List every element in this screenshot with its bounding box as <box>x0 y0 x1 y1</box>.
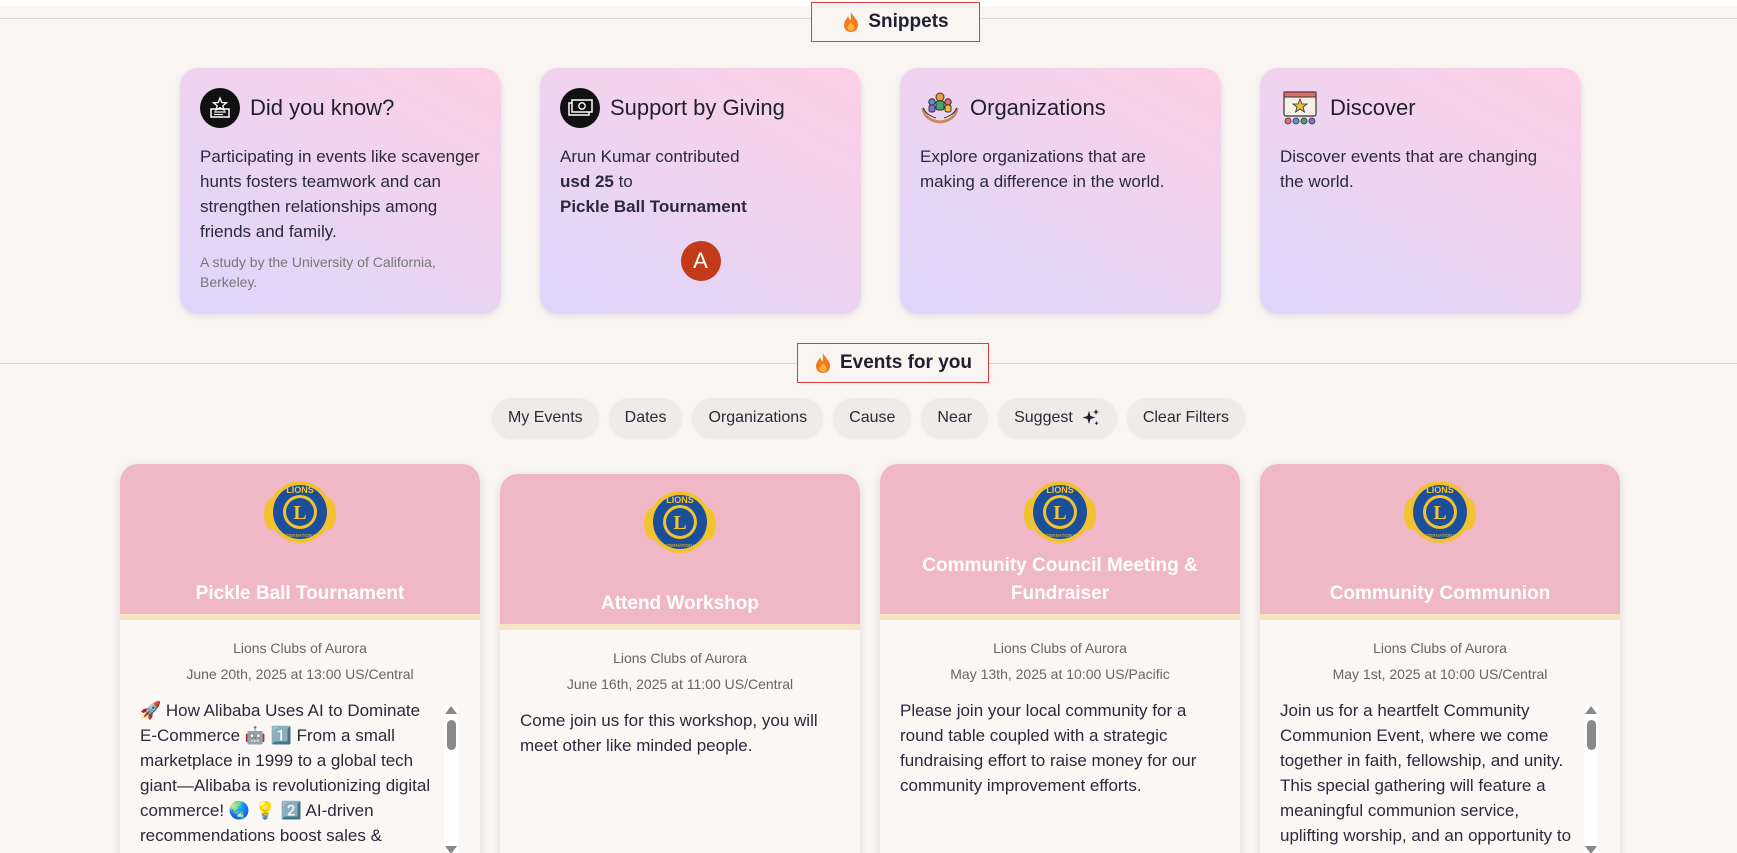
events-heading: Events for you <box>797 343 989 383</box>
event-card-header: L LIONS INTERNATIONAL Pickle Ball Tourna… <box>120 464 480 620</box>
scroll-up-arrow-icon[interactable] <box>1585 706 1597 714</box>
event-description-text: 🚀 How Alibaba Uses AI to Dominate E-Comm… <box>140 701 431 845</box>
svg-text:INTERNATIONAL: INTERNATIONAL <box>662 543 698 548</box>
svg-text:LIONS: LIONS <box>1426 485 1454 495</box>
snippets-heading: Snippets <box>811 2 980 42</box>
flame-icon <box>844 12 859 32</box>
filter-suggest[interactable]: Suggest <box>998 398 1117 438</box>
svg-text:INTERNATIONAL: INTERNATIONAL <box>282 533 318 538</box>
event-description: Please join your local community for a r… <box>900 701 1197 795</box>
description-scrollbar[interactable] <box>1584 706 1598 853</box>
filter-organizations[interactable]: Organizations <box>692 398 824 438</box>
event-card-header: L LIONS INTERNATIONAL Community Communio… <box>1260 464 1620 620</box>
event-title[interactable]: Community Communion <box>1280 580 1600 608</box>
event-date: May 13th, 2025 at 10:00 US/Pacific <box>950 666 1170 682</box>
scroll-up-arrow-icon[interactable] <box>445 706 457 714</box>
event-date: June 20th, 2025 at 13:00 US/Central <box>186 666 414 682</box>
avatar[interactable]: A <box>680 241 721 281</box>
filter-near[interactable]: Near <box>921 398 989 438</box>
flame-icon <box>816 353 830 373</box>
svg-text:L: L <box>1433 502 1446 524</box>
snippet-body: Participating in events like scavenger h… <box>200 147 480 241</box>
event-organization: Lions Clubs of Aurora <box>993 640 1127 656</box>
svg-text:LIONS: LIONS <box>1046 485 1074 495</box>
contribution-amount: usd 25 <box>560 172 614 191</box>
svg-text:L: L <box>673 512 686 534</box>
scroll-thumb[interactable] <box>1586 720 1596 750</box>
snippet-card-organizations[interactable]: Organizations Explore organizations that… <box>900 68 1221 314</box>
snippet-title: Discover <box>1330 95 1416 120</box>
lions-logo: L LIONS INTERNATIONAL <box>264 481 336 543</box>
svg-text:LIONS: LIONS <box>286 485 314 495</box>
svg-text:L: L <box>1053 502 1066 524</box>
money-bill-icon <box>560 88 600 128</box>
event-title[interactable]: Attend Workshop <box>520 590 840 618</box>
lions-logo: L LIONS INTERNATIONAL <box>1404 481 1476 543</box>
svg-text:LIONS: LIONS <box>666 495 694 505</box>
events-title: Events for you <box>840 352 972 373</box>
event-card-header: L LIONS INTERNATIONAL Attend Workshop <box>500 474 860 630</box>
lions-logo: L LIONS INTERNATIONAL <box>644 491 716 553</box>
contributor-line: Arun Kumar contributed <box>560 147 740 166</box>
event-card-header: L LIONS INTERNATIONAL Community Council … <box>880 464 1240 620</box>
event-description-text: Join us for a heartfelt Community Commun… <box>1280 701 1572 845</box>
event-description: Come join us for this workshop, you will… <box>520 711 818 755</box>
event-title[interactable]: Community Council Meeting & Fundraiser <box>900 552 1220 608</box>
event-stage-icon <box>1280 88 1320 128</box>
snippet-title: Organizations <box>970 95 1106 120</box>
snippets-title: Snippets <box>868 11 949 32</box>
svg-text:INTERNATIONAL: INTERNATIONAL <box>1422 533 1458 538</box>
svg-text:INTERNATIONAL: INTERNATIONAL <box>1042 533 1078 538</box>
snippet-card-discover[interactable]: Discover Discover events that are changi… <box>1260 68 1581 314</box>
contribution-to: to <box>613 172 633 191</box>
snippet-body: Discover events that are changing the wo… <box>1280 147 1538 191</box>
event-card[interactable]: L LIONS INTERNATIONAL Pickle Ball Tourna… <box>120 464 480 853</box>
scroll-thumb[interactable] <box>446 720 456 750</box>
filter-clear[interactable]: Clear Filters <box>1126 398 1246 438</box>
event-description: 🚀 How Alibaba Uses AI to Dominate E-Comm… <box>120 698 480 848</box>
snippet-title: Support by Giving <box>610 95 785 120</box>
filter-cause[interactable]: Cause <box>833 398 912 438</box>
filter-my-events[interactable]: My Events <box>491 398 599 438</box>
contribution-event[interactable]: Pickle Ball Tournament <box>560 197 747 216</box>
svg-text:L: L <box>293 502 306 524</box>
event-organization: Lions Clubs of Aurora <box>1373 640 1507 656</box>
snippet-source-note: A study by the University of California,… <box>200 254 436 290</box>
event-title[interactable]: Pickle Ball Tournament <box>140 580 460 608</box>
event-organization: Lions Clubs of Aurora <box>233 640 367 656</box>
lions-logo: L LIONS INTERNATIONAL <box>1024 481 1096 543</box>
event-date: May 1st, 2025 at 10:00 US/Central <box>1332 666 1548 682</box>
event-card[interactable]: L LIONS INTERNATIONAL Community Communio… <box>1260 464 1620 853</box>
filter-dates[interactable]: Dates <box>608 398 683 438</box>
event-date: June 16th, 2025 at 11:00 US/Central <box>566 676 794 692</box>
community-hands-icon <box>920 88 960 128</box>
snippet-card-did-you-know: Did you know? Participating in events li… <box>180 68 501 314</box>
event-filters: My Events Dates Organizations Cause Near… <box>0 398 1737 438</box>
snippet-body: Explore organizations that are making a … <box>920 147 1165 191</box>
scroll-down-arrow-icon[interactable] <box>1585 846 1597 853</box>
description-scrollbar[interactable] <box>444 706 458 853</box>
award-certificate-icon <box>200 88 240 128</box>
sparkle-icon <box>1082 409 1099 426</box>
event-card[interactable]: L LIONS INTERNATIONAL Community Council … <box>880 464 1240 853</box>
suggest-label: Suggest <box>1014 409 1073 426</box>
event-organization: Lions Clubs of Aurora <box>613 650 747 666</box>
event-description: Join us for a heartfelt Community Commun… <box>1260 698 1620 848</box>
snippet-card-support-by-giving: Support by Giving Arun Kumar contributed… <box>540 68 861 314</box>
snippet-title: Did you know? <box>250 95 395 120</box>
event-card[interactable]: L LIONS INTERNATIONAL Attend Workshop Li… <box>500 474 860 853</box>
scroll-down-arrow-icon[interactable] <box>445 846 457 853</box>
